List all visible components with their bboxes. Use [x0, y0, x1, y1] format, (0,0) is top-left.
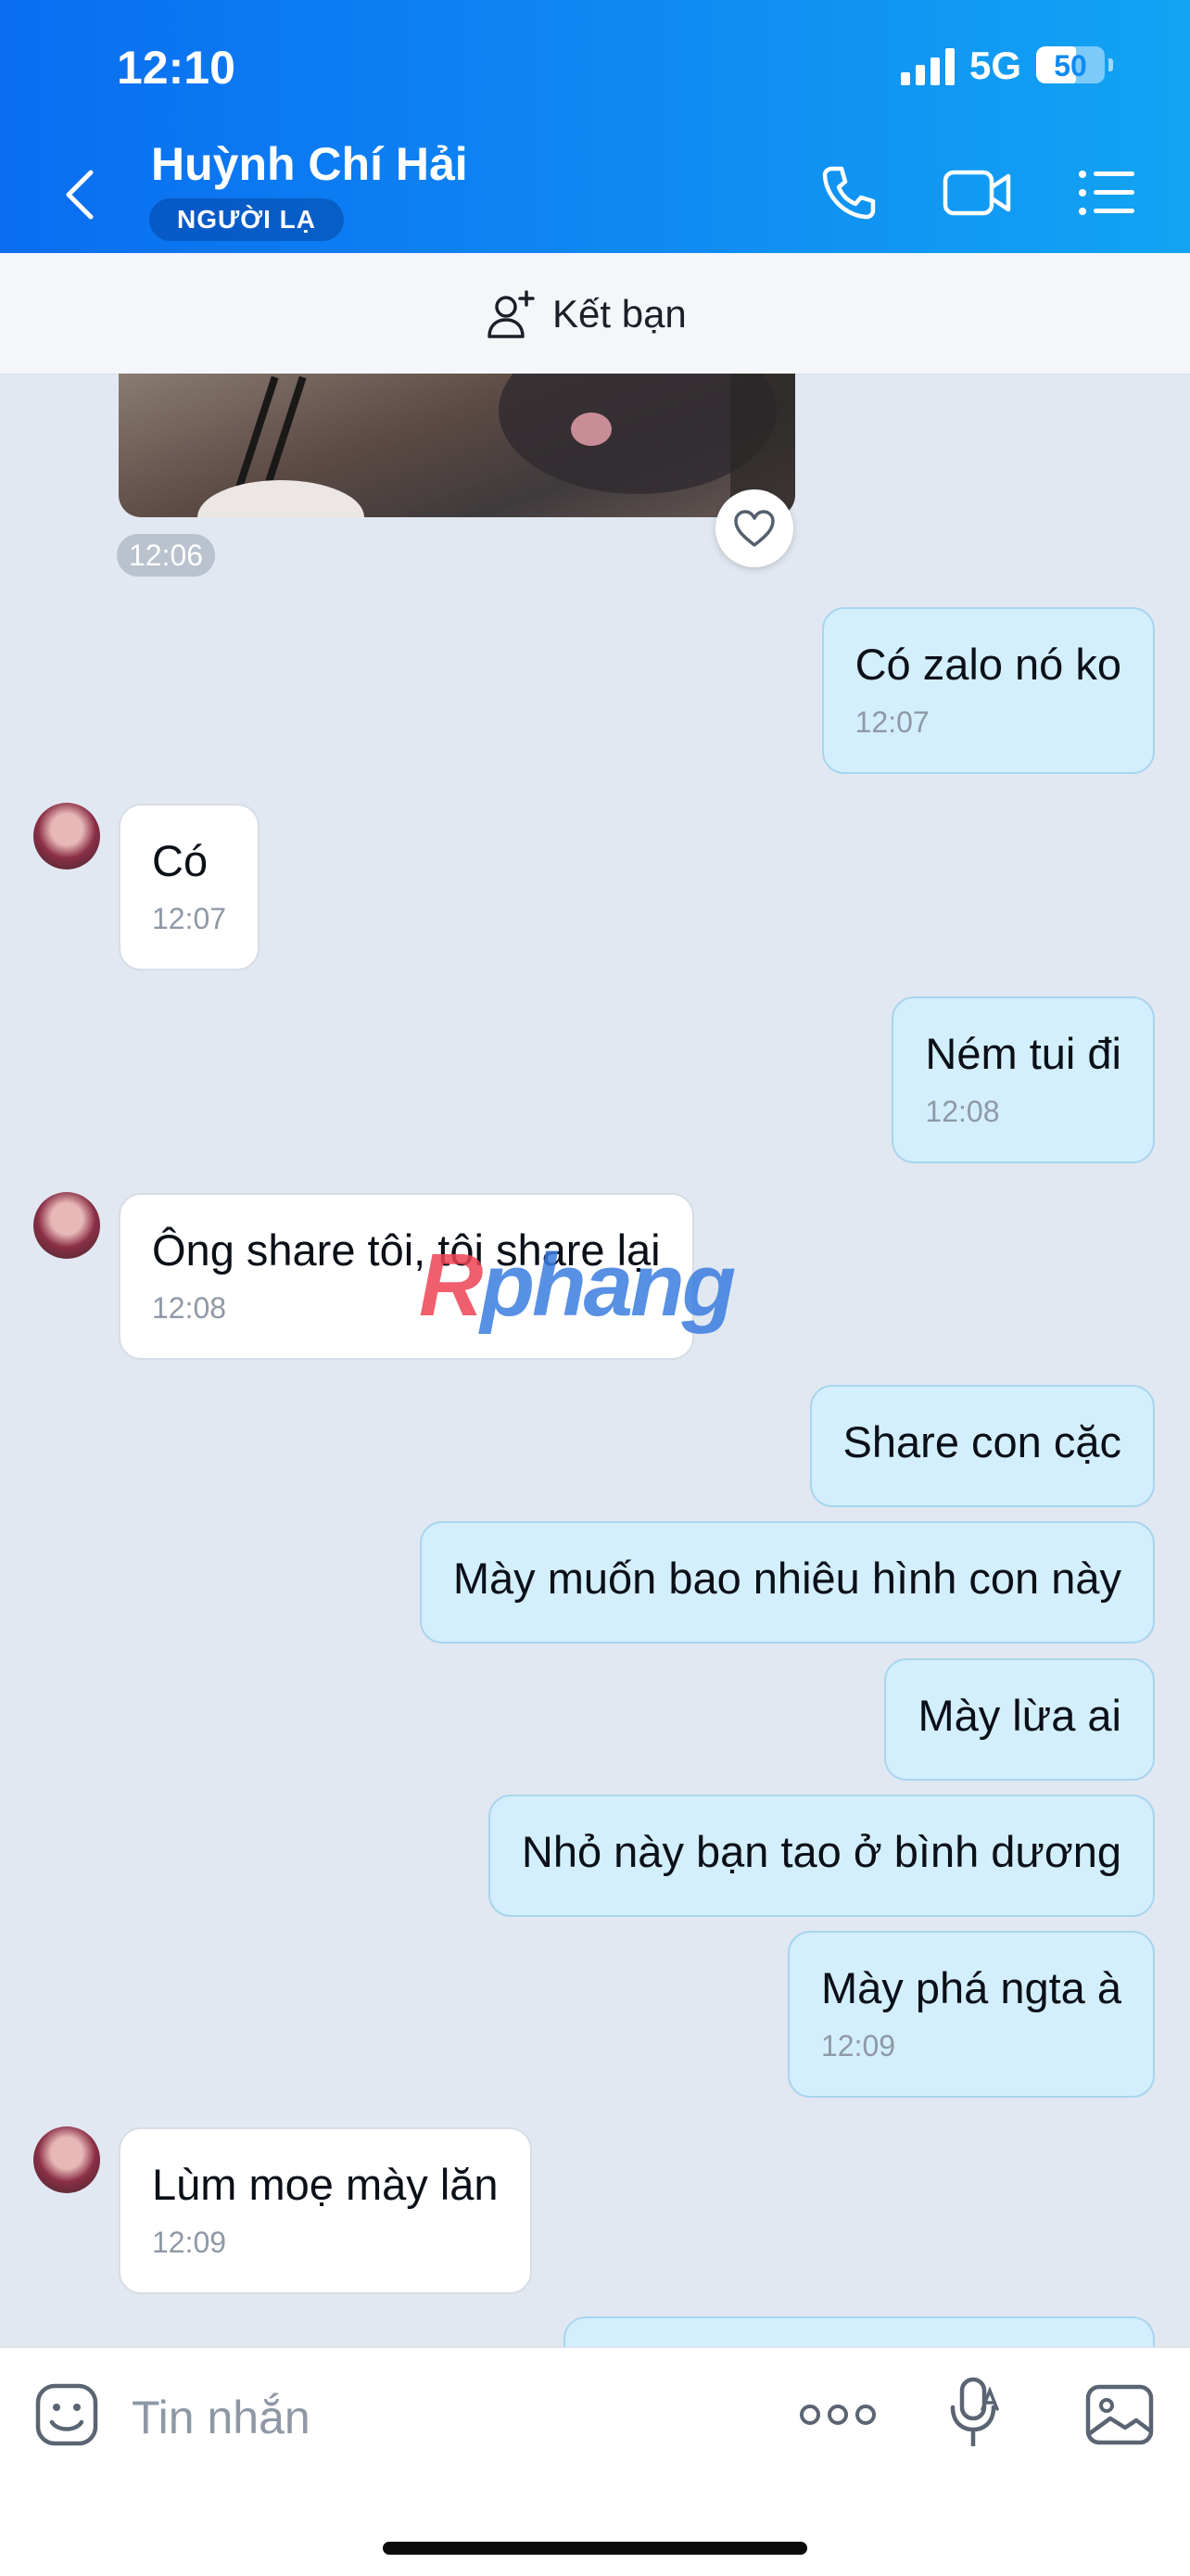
battery-level: 50: [1054, 49, 1087, 82]
add-friend-label: Kết bạn: [552, 292, 687, 336]
message-bubble-outgoing[interactable]: Ném tui đi 12:08: [892, 996, 1155, 1163]
back-button[interactable]: [57, 167, 104, 222]
message-time: 12:09: [152, 2226, 227, 2259]
message-text: Có: [152, 836, 209, 885]
message-time: 12:07: [152, 902, 227, 935]
more-options-button[interactable]: [799, 2398, 877, 2436]
call-button[interactable]: [819, 163, 879, 227]
message-bubble-outgoing[interactable]: Mày lừa ai: [884, 1658, 1155, 1781]
message-input-bar: Tin nhắn: [0, 2347, 1190, 2576]
add-friend-icon: [487, 290, 535, 338]
message-bubble-outgoing[interactable]: Nhỏ này bạn tao ở bình dương: [487, 1795, 1155, 1917]
message-text: Mày phá ngta à: [821, 1963, 1121, 2012]
message-text: Ném tui đi: [925, 1029, 1121, 1078]
status-time: 12:10: [117, 42, 235, 94]
home-indicator: [383, 2542, 807, 2555]
battery-tip: [1108, 58, 1113, 71]
video-camera-icon: [943, 170, 1011, 216]
message-bubble-outgoing[interactable]: Mày muốn bao nhiêu hình con này: [419, 1521, 1155, 1643]
image-picker-button[interactable]: [1084, 2381, 1155, 2453]
add-friend-bar: Kết bạn: [0, 253, 1190, 374]
battery-icon: 50: [1036, 46, 1105, 83]
more-dots-icon: [800, 2405, 876, 2425]
message-bubble-incoming[interactable]: Có 12:07: [119, 804, 260, 971]
message-bubble-outgoing[interactable]: Mày phá ngta à 12:09: [788, 1931, 1155, 2098]
image-message[interactable]: [119, 374, 795, 517]
list-menu-icon: [1079, 171, 1134, 215]
sticker-icon: [35, 2383, 98, 2446]
message-text: Lùm moẹ mày lăn: [152, 2160, 499, 2209]
microphone-icon: [950, 2377, 999, 2446]
video-call-button[interactable]: [942, 163, 1014, 227]
image-icon: [1085, 2384, 1154, 2445]
emoji-button[interactable]: [33, 2381, 100, 2453]
message-input[interactable]: Tin nhắn: [132, 2391, 310, 2444]
message-time: 12:06: [117, 534, 215, 577]
message-text: Có zalo nó ko: [855, 640, 1121, 689]
message-text: Share con cặc: [842, 1417, 1121, 1466]
message-bubble-incoming[interactable]: Lùm moẹ mày lăn 12:09: [119, 2127, 532, 2294]
message-time: 12:09: [821, 2029, 896, 2062]
contact-avatar[interactable]: [33, 1192, 100, 1259]
message-text: Mày muốn bao nhiêu hình con này: [452, 1554, 1121, 1603]
watermark-text: phang: [480, 1236, 736, 1335]
chevron-left-icon: [66, 170, 94, 220]
watermark-letter: R: [419, 1236, 483, 1335]
message-bubble-outgoing[interactable]: Share con cặc: [809, 1385, 1155, 1507]
message-text: Nhỏ này bạn tao ở bình dương: [521, 1827, 1121, 1876]
contact-avatar[interactable]: [33, 2126, 100, 2193]
heart-icon: [734, 510, 775, 547]
voice-to-text-button[interactable]: [945, 2376, 1005, 2458]
contact-name[interactable]: Huỳnh Chí Hải: [151, 137, 468, 191]
watermark-logo: Rphang: [419, 1235, 736, 1337]
message-text: Mày lừa ai: [918, 1691, 1121, 1740]
signal-icon: [901, 48, 956, 85]
contact-avatar[interactable]: [33, 803, 100, 869]
stranger-badge: NGƯỜI LẠ: [149, 198, 344, 241]
message-bubble-outgoing[interactable]: Có zalo nó ko 12:07: [821, 607, 1155, 774]
phone-icon: [822, 166, 876, 220]
menu-button[interactable]: [1077, 163, 1136, 227]
add-friend-button[interactable]: Kết bạn: [486, 288, 687, 340]
message-time: 12:07: [855, 705, 930, 739]
network-type: 5G: [969, 44, 1022, 87]
photo-content: [197, 374, 795, 517]
chat-header: 12:10 5G 50 Huỳnh Chí Hải NGƯỜI LẠ: [0, 0, 1190, 253]
message-time: 12:08: [925, 1095, 1000, 1128]
like-button[interactable]: [715, 489, 793, 567]
